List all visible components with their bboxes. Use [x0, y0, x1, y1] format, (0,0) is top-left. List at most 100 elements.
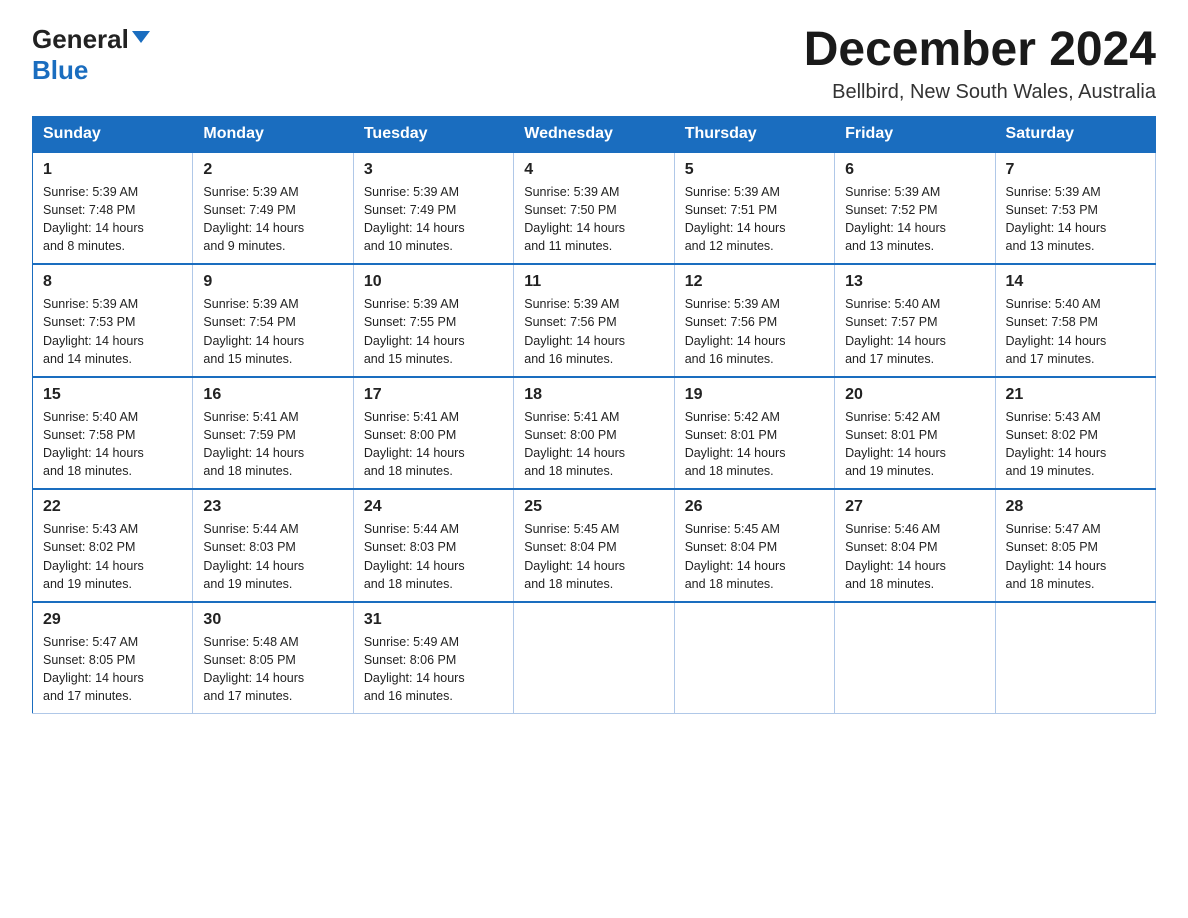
page-header: General Blue December 2024 Bellbird, New…: [32, 24, 1156, 104]
table-row: 28 Sunrise: 5:47 AMSunset: 8:05 PMDaylig…: [995, 489, 1155, 602]
day-number: 13: [845, 273, 984, 291]
col-saturday: Saturday: [995, 116, 1155, 152]
table-row: 8 Sunrise: 5:39 AMSunset: 7:53 PMDayligh…: [33, 264, 193, 377]
table-row: 3 Sunrise: 5:39 AMSunset: 7:49 PMDayligh…: [353, 152, 513, 265]
table-row: 17 Sunrise: 5:41 AMSunset: 8:00 PMDaylig…: [353, 377, 513, 490]
day-number: 28: [1006, 498, 1145, 516]
day-info: Sunrise: 5:44 AMSunset: 8:03 PMDaylight:…: [364, 522, 465, 590]
day-number: 26: [685, 498, 824, 516]
day-number: 20: [845, 386, 984, 404]
day-number: 31: [364, 611, 503, 629]
calendar-week-row: 29 Sunrise: 5:47 AMSunset: 8:05 PMDaylig…: [33, 602, 1156, 714]
day-info: Sunrise: 5:44 AMSunset: 8:03 PMDaylight:…: [203, 522, 304, 590]
day-number: 2: [203, 161, 342, 179]
day-info: Sunrise: 5:39 AMSunset: 7:55 PMDaylight:…: [364, 297, 465, 365]
calendar-week-row: 1 Sunrise: 5:39 AMSunset: 7:48 PMDayligh…: [33, 152, 1156, 265]
table-row: [674, 602, 834, 714]
table-row: 30 Sunrise: 5:48 AMSunset: 8:05 PMDaylig…: [193, 602, 353, 714]
day-number: 5: [685, 161, 824, 179]
day-number: 3: [364, 161, 503, 179]
day-info: Sunrise: 5:41 AMSunset: 8:00 PMDaylight:…: [364, 410, 465, 478]
col-tuesday: Tuesday: [353, 116, 513, 152]
day-number: 1: [43, 161, 182, 179]
day-number: 11: [524, 273, 663, 291]
calendar-header-row: Sunday Monday Tuesday Wednesday Thursday…: [33, 116, 1156, 152]
table-row: 26 Sunrise: 5:45 AMSunset: 8:04 PMDaylig…: [674, 489, 834, 602]
day-info: Sunrise: 5:47 AMSunset: 8:05 PMDaylight:…: [1006, 522, 1107, 590]
table-row: 5 Sunrise: 5:39 AMSunset: 7:51 PMDayligh…: [674, 152, 834, 265]
day-number: 4: [524, 161, 663, 179]
table-row: 18 Sunrise: 5:41 AMSunset: 8:00 PMDaylig…: [514, 377, 674, 490]
calendar-title: December 2024: [804, 24, 1156, 77]
table-row: 19 Sunrise: 5:42 AMSunset: 8:01 PMDaylig…: [674, 377, 834, 490]
day-info: Sunrise: 5:39 AMSunset: 7:52 PMDaylight:…: [845, 185, 946, 253]
table-row: 14 Sunrise: 5:40 AMSunset: 7:58 PMDaylig…: [995, 264, 1155, 377]
day-number: 15: [43, 386, 182, 404]
day-info: Sunrise: 5:45 AMSunset: 8:04 PMDaylight:…: [685, 522, 786, 590]
logo-general-text: General: [32, 24, 129, 55]
table-row: 15 Sunrise: 5:40 AMSunset: 7:58 PMDaylig…: [33, 377, 193, 490]
day-info: Sunrise: 5:47 AMSunset: 8:05 PMDaylight:…: [43, 635, 144, 703]
day-number: 16: [203, 386, 342, 404]
calendar-week-row: 8 Sunrise: 5:39 AMSunset: 7:53 PMDayligh…: [33, 264, 1156, 377]
day-info: Sunrise: 5:48 AMSunset: 8:05 PMDaylight:…: [203, 635, 304, 703]
day-info: Sunrise: 5:39 AMSunset: 7:49 PMDaylight:…: [364, 185, 465, 253]
day-number: 19: [685, 386, 824, 404]
day-number: 9: [203, 273, 342, 291]
day-info: Sunrise: 5:39 AMSunset: 7:54 PMDaylight:…: [203, 297, 304, 365]
day-info: Sunrise: 5:39 AMSunset: 7:56 PMDaylight:…: [685, 297, 786, 365]
day-number: 8: [43, 273, 182, 291]
day-info: Sunrise: 5:41 AMSunset: 8:00 PMDaylight:…: [524, 410, 625, 478]
table-row: 9 Sunrise: 5:39 AMSunset: 7:54 PMDayligh…: [193, 264, 353, 377]
day-info: Sunrise: 5:40 AMSunset: 7:58 PMDaylight:…: [43, 410, 144, 478]
day-number: 29: [43, 611, 182, 629]
day-info: Sunrise: 5:39 AMSunset: 7:51 PMDaylight:…: [685, 185, 786, 253]
table-row: 27 Sunrise: 5:46 AMSunset: 8:04 PMDaylig…: [835, 489, 995, 602]
calendar-week-row: 15 Sunrise: 5:40 AMSunset: 7:58 PMDaylig…: [33, 377, 1156, 490]
day-number: 24: [364, 498, 503, 516]
table-row: 12 Sunrise: 5:39 AMSunset: 7:56 PMDaylig…: [674, 264, 834, 377]
table-row: 31 Sunrise: 5:49 AMSunset: 8:06 PMDaylig…: [353, 602, 513, 714]
day-info: Sunrise: 5:41 AMSunset: 7:59 PMDaylight:…: [203, 410, 304, 478]
calendar-table: Sunday Monday Tuesday Wednesday Thursday…: [32, 116, 1156, 715]
table-row: 6 Sunrise: 5:39 AMSunset: 7:52 PMDayligh…: [835, 152, 995, 265]
day-number: 7: [1006, 161, 1145, 179]
day-info: Sunrise: 5:40 AMSunset: 7:58 PMDaylight:…: [1006, 297, 1107, 365]
table-row: [995, 602, 1155, 714]
day-info: Sunrise: 5:43 AMSunset: 8:02 PMDaylight:…: [43, 522, 144, 590]
table-row: 25 Sunrise: 5:45 AMSunset: 8:04 PMDaylig…: [514, 489, 674, 602]
table-row: 2 Sunrise: 5:39 AMSunset: 7:49 PMDayligh…: [193, 152, 353, 265]
table-row: 4 Sunrise: 5:39 AMSunset: 7:50 PMDayligh…: [514, 152, 674, 265]
calendar-week-row: 22 Sunrise: 5:43 AMSunset: 8:02 PMDaylig…: [33, 489, 1156, 602]
table-row: 20 Sunrise: 5:42 AMSunset: 8:01 PMDaylig…: [835, 377, 995, 490]
day-number: 14: [1006, 273, 1145, 291]
day-number: 25: [524, 498, 663, 516]
col-thursday: Thursday: [674, 116, 834, 152]
calendar-subtitle: Bellbird, New South Wales, Australia: [804, 81, 1156, 104]
col-monday: Monday: [193, 116, 353, 152]
title-block: December 2024 Bellbird, New South Wales,…: [804, 24, 1156, 104]
table-row: 1 Sunrise: 5:39 AMSunset: 7:48 PMDayligh…: [33, 152, 193, 265]
table-row: 16 Sunrise: 5:41 AMSunset: 7:59 PMDaylig…: [193, 377, 353, 490]
day-number: 17: [364, 386, 503, 404]
day-info: Sunrise: 5:42 AMSunset: 8:01 PMDaylight:…: [845, 410, 946, 478]
day-number: 10: [364, 273, 503, 291]
table-row: 21 Sunrise: 5:43 AMSunset: 8:02 PMDaylig…: [995, 377, 1155, 490]
day-number: 6: [845, 161, 984, 179]
day-info: Sunrise: 5:46 AMSunset: 8:04 PMDaylight:…: [845, 522, 946, 590]
day-info: Sunrise: 5:40 AMSunset: 7:57 PMDaylight:…: [845, 297, 946, 365]
table-row: 13 Sunrise: 5:40 AMSunset: 7:57 PMDaylig…: [835, 264, 995, 377]
logo: General Blue: [32, 24, 150, 86]
table-row: 23 Sunrise: 5:44 AMSunset: 8:03 PMDaylig…: [193, 489, 353, 602]
day-info: Sunrise: 5:39 AMSunset: 7:53 PMDaylight:…: [1006, 185, 1107, 253]
day-info: Sunrise: 5:43 AMSunset: 8:02 PMDaylight:…: [1006, 410, 1107, 478]
day-number: 22: [43, 498, 182, 516]
day-info: Sunrise: 5:45 AMSunset: 8:04 PMDaylight:…: [524, 522, 625, 590]
col-sunday: Sunday: [33, 116, 193, 152]
day-info: Sunrise: 5:39 AMSunset: 7:50 PMDaylight:…: [524, 185, 625, 253]
col-wednesday: Wednesday: [514, 116, 674, 152]
logo-arrow-icon: [132, 29, 150, 50]
day-info: Sunrise: 5:49 AMSunset: 8:06 PMDaylight:…: [364, 635, 465, 703]
table-row: 29 Sunrise: 5:47 AMSunset: 8:05 PMDaylig…: [33, 602, 193, 714]
col-friday: Friday: [835, 116, 995, 152]
